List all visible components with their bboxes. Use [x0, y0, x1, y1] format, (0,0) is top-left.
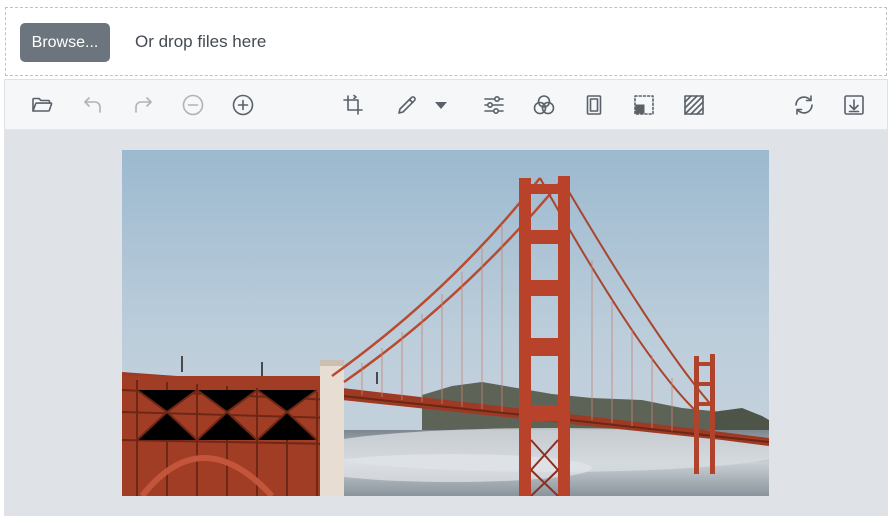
editor-canvas[interactable]	[5, 130, 887, 515]
adjust-button[interactable]	[479, 90, 509, 120]
frame-icon	[586, 95, 602, 115]
editor-toolbar	[5, 80, 887, 130]
caret-down-icon	[435, 102, 447, 109]
filters-button[interactable]	[529, 90, 559, 120]
zoom-in-button[interactable]	[228, 90, 258, 120]
crop-rotate-button[interactable]	[338, 90, 368, 120]
save-button[interactable]	[839, 90, 869, 120]
zoom-out-icon	[182, 94, 204, 116]
zoom-in-icon	[232, 94, 254, 116]
drop-hint-text: Or drop files here	[135, 32, 267, 51]
refresh-icon	[795, 95, 813, 115]
crop-icon	[343, 94, 363, 115]
color-circles-icon	[533, 95, 555, 115]
resize-icon	[634, 95, 654, 115]
file-dropzone[interactable]: Browse... Or drop files here	[5, 7, 887, 76]
redo-icon	[135, 97, 152, 113]
sliders-icon	[484, 95, 504, 115]
open-button[interactable]	[27, 90, 57, 120]
golden-gate-bridge-image	[122, 150, 769, 496]
folder-open-icon	[32, 97, 53, 112]
draw-button[interactable]	[392, 90, 422, 120]
reset-button[interactable]	[789, 90, 819, 120]
undo-button[interactable]	[78, 90, 108, 120]
resize-button[interactable]	[629, 90, 659, 120]
watermark-button[interactable]	[679, 90, 709, 120]
download-icon	[844, 95, 864, 115]
bridge-photo	[122, 150, 769, 496]
draw-menu-button[interactable]	[428, 90, 454, 120]
undo-icon	[84, 97, 101, 113]
hatch-icon	[684, 95, 704, 115]
redo-button[interactable]	[128, 90, 158, 120]
pencil-icon	[398, 96, 416, 114]
browse-button[interactable]: Browse...	[20, 23, 110, 62]
frame-button[interactable]	[579, 90, 609, 120]
image-editor	[4, 79, 888, 516]
zoom-out-button[interactable]	[178, 90, 208, 120]
